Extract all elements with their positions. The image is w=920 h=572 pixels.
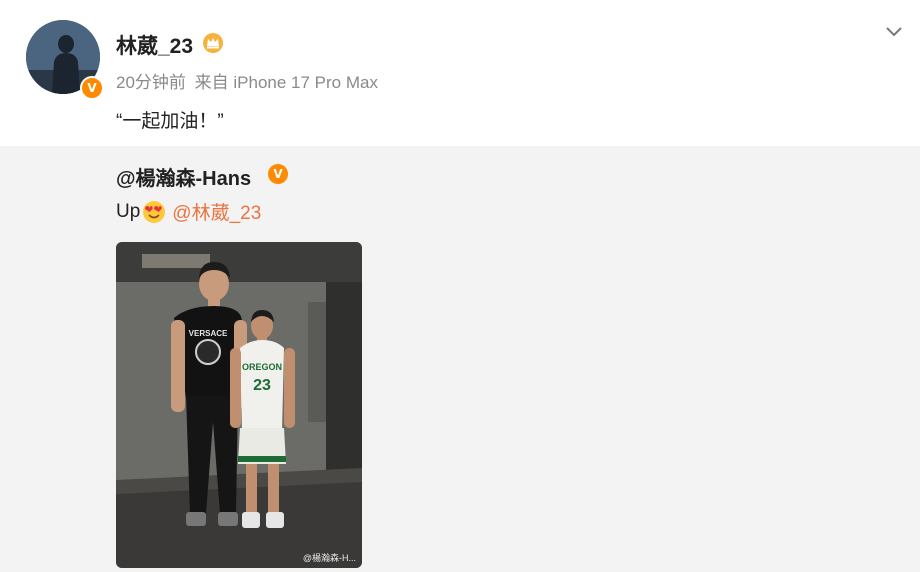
repost-text-prefix: Up bbox=[116, 200, 141, 222]
verified-v-icon: V bbox=[268, 164, 288, 184]
source-prefix: 来自 bbox=[194, 73, 229, 92]
source-device: iPhone 17 Pro Max bbox=[233, 73, 378, 92]
crown-badge-icon[interactable] bbox=[202, 32, 224, 54]
photo-jersey-text: OREGON bbox=[242, 362, 282, 372]
repost-card[interactable]: @楊瀚森-Hans V Up @林葳_23 VERSACE OREGON 23 … bbox=[0, 146, 920, 572]
post-photo[interactable]: VERSACE OREGON 23 @楊瀚森-H... bbox=[116, 242, 362, 568]
weibo-post: V 林葳_23 20分钟前 来自 iPhone 17 Pro Max “一起加油… bbox=[0, 0, 920, 572]
repost-text: Up @林葳_23 bbox=[116, 198, 261, 225]
heart-eyes-emoji-icon bbox=[143, 200, 166, 223]
verified-v-icon: V bbox=[80, 76, 104, 100]
photo-watermark: @楊瀚森-H... bbox=[302, 553, 356, 563]
post-text: “一起加油！” bbox=[116, 111, 224, 132]
photo-jersey-number: 23 bbox=[253, 377, 271, 394]
post-time: 20分钟前 bbox=[116, 73, 186, 92]
post-meta: 20分钟前 来自 iPhone 17 Pro Max bbox=[116, 68, 378, 93]
photo-shirt-text: VERSACE bbox=[189, 329, 228, 338]
mention-link[interactable]: @林葳_23 bbox=[172, 198, 261, 225]
repost-author[interactable]: @楊瀚森-Hans bbox=[116, 162, 251, 191]
chevron-down-icon[interactable] bbox=[884, 24, 904, 38]
post-username[interactable]: 林葳_23 bbox=[116, 30, 193, 60]
